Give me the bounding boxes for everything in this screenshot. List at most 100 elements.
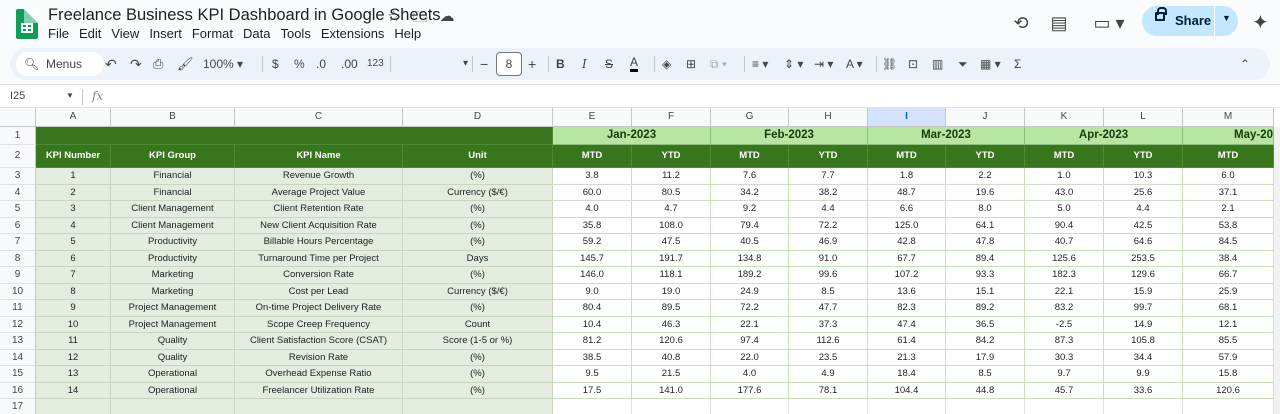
kpi-value-cell[interactable]: 47.8: [946, 234, 1025, 251]
empty-cell[interactable]: [235, 399, 403, 414]
percent-format-button[interactable]: %: [294, 56, 305, 72]
kpi-value-cell[interactable]: 125.0: [868, 217, 946, 234]
kpi-value-cell[interactable]: 34.2: [711, 184, 789, 201]
kpi-unit-cell[interactable]: Score (1-5 or %): [403, 333, 553, 350]
kpi-value-cell[interactable]: 38.2: [789, 184, 868, 201]
kpi-value-cell[interactable]: 177.6: [711, 382, 789, 399]
kpi-value-cell[interactable]: 83.2: [1025, 300, 1104, 317]
kpi-value-cell[interactable]: 80.5: [632, 184, 711, 201]
kpi-group-cell[interactable]: Productivity: [111, 250, 235, 267]
kpi-value-cell[interactable]: 85.5: [1183, 333, 1274, 350]
kpi-value-cell[interactable]: 53.8: [1183, 217, 1274, 234]
kpi-name-cell[interactable]: Cost per Lead: [235, 283, 403, 300]
kpi-name-cell[interactable]: Revision Rate: [235, 349, 403, 366]
period-header-mtd[interactable]: MTD: [553, 145, 632, 168]
kpi-value-cell[interactable]: 9.7: [1025, 366, 1104, 383]
kpi-value-cell[interactable]: 22.1: [1025, 283, 1104, 300]
kpi-name-cell[interactable]: Overhead Expense Ratio: [235, 366, 403, 383]
kpi-unit-cell[interactable]: (%): [403, 168, 553, 185]
kpi-value-cell[interactable]: 4.9: [789, 366, 868, 383]
kpi-value-cell[interactable]: 129.6: [1104, 267, 1183, 284]
menu-extensions[interactable]: Extensions: [321, 26, 385, 41]
kpi-value-cell[interactable]: 21.3: [868, 349, 946, 366]
kpi-value-cell[interactable]: 34.4: [1104, 349, 1183, 366]
kpi-value-cell[interactable]: 189.2: [711, 267, 789, 284]
kpi-header-kpi-number[interactable]: KPI Number: [36, 145, 111, 168]
empty-cell[interactable]: [946, 399, 1025, 414]
strikethrough-icon[interactable]: S: [605, 56, 613, 72]
kpi-value-cell[interactable]: 23.5: [789, 349, 868, 366]
kpi-value-cell[interactable]: 108.0: [632, 217, 711, 234]
share-button[interactable]: Share ▼: [1142, 6, 1238, 36]
row-header-13[interactable]: 13: [0, 333, 36, 350]
empty-cell[interactable]: [789, 399, 868, 414]
kpi-value-cell[interactable]: 38.5: [553, 349, 632, 366]
kpi-name-cell[interactable]: Client Satisfaction Score (CSAT): [235, 333, 403, 350]
kpi-value-cell[interactable]: 1.8: [868, 168, 946, 185]
column-header-h[interactable]: H: [789, 108, 868, 127]
collapse-toolbar-icon[interactable]: ⌃: [1240, 56, 1250, 72]
menu-help[interactable]: Help: [394, 26, 421, 41]
row-header-9[interactable]: 9: [0, 267, 36, 284]
kpi-value-cell[interactable]: 57.9: [1183, 349, 1274, 366]
font-size-input[interactable]: 8: [496, 52, 522, 76]
column-header-a[interactable]: A: [36, 108, 111, 127]
comment-icon[interactable]: ▤: [1046, 10, 1072, 36]
kpi-group-cell[interactable]: Marketing: [111, 283, 235, 300]
kpi-value-cell[interactable]: 72.2: [711, 300, 789, 317]
filter-icon[interactable]: ⏷: [958, 56, 968, 72]
kpi-value-cell[interactable]: 89.4: [946, 250, 1025, 267]
kpi-number-cell[interactable]: 3: [36, 201, 111, 218]
kpi-value-cell[interactable]: 40.5: [711, 234, 789, 251]
bold-icon[interactable]: B: [556, 56, 565, 72]
month-header[interactable]: Mar-2023: [868, 127, 1025, 145]
period-header-ytd[interactable]: YTD: [1104, 145, 1183, 168]
number-format-button[interactable]: 123: [367, 56, 384, 72]
kpi-group-cell[interactable]: Client Management: [111, 201, 235, 218]
kpi-value-cell[interactable]: 14.9: [1104, 316, 1183, 333]
kpi-value-cell[interactable]: 59.2: [553, 234, 632, 251]
kpi-value-cell[interactable]: 9.0: [553, 283, 632, 300]
title-band-cell[interactable]: [36, 127, 553, 145]
font-family-select[interactable]: ▾: [398, 56, 468, 72]
kpi-value-cell[interactable]: 79.4: [711, 217, 789, 234]
kpi-number-cell[interactable]: 10: [36, 316, 111, 333]
kpi-value-cell[interactable]: 191.7: [632, 250, 711, 267]
kpi-number-cell[interactable]: 13: [36, 366, 111, 383]
kpi-group-cell[interactable]: Productivity: [111, 234, 235, 251]
kpi-unit-cell[interactable]: Days: [403, 250, 553, 267]
kpi-unit-cell[interactable]: Currency ($/€): [403, 184, 553, 201]
menu-edit[interactable]: Edit: [79, 26, 101, 41]
kpi-value-cell[interactable]: 12.1: [1183, 316, 1274, 333]
kpi-value-cell[interactable]: 48.7: [868, 184, 946, 201]
column-header-d[interactable]: D: [403, 108, 553, 127]
vertical-align-icon[interactable]: ⇕ ▾: [784, 56, 803, 72]
filter-views-icon[interactable]: ▦ ▾: [980, 56, 1001, 72]
kpi-value-cell[interactable]: 45.7: [1025, 382, 1104, 399]
column-header-e[interactable]: E: [553, 108, 632, 127]
kpi-unit-cell[interactable]: (%): [403, 382, 553, 399]
kpi-name-cell[interactable]: Billable Hours Percentage: [235, 234, 403, 251]
kpi-header-kpi-group[interactable]: KPI Group: [111, 145, 235, 168]
kpi-value-cell[interactable]: 22.0: [711, 349, 789, 366]
kpi-name-cell[interactable]: Conversion Rate: [235, 267, 403, 284]
kpi-unit-cell[interactable]: Currency ($/€): [403, 283, 553, 300]
history-icon[interactable]: ⟲: [1008, 10, 1034, 36]
kpi-value-cell[interactable]: 3.8: [553, 168, 632, 185]
period-header-ytd[interactable]: YTD: [789, 145, 868, 168]
kpi-group-cell[interactable]: Project Management: [111, 300, 235, 317]
kpi-value-cell[interactable]: 19.0: [632, 283, 711, 300]
kpi-value-cell[interactable]: 81.2: [553, 333, 632, 350]
kpi-unit-cell[interactable]: (%): [403, 201, 553, 218]
kpi-value-cell[interactable]: 8.5: [789, 283, 868, 300]
fill-color-icon[interactable]: ◈: [662, 56, 671, 72]
row-header-12[interactable]: 12: [0, 316, 36, 333]
period-header-mtd[interactable]: MTD: [868, 145, 946, 168]
empty-cell[interactable]: [403, 399, 553, 414]
column-header-b[interactable]: B: [111, 108, 235, 127]
merge-cells-icon[interactable]: ⧉ ▾: [710, 56, 727, 72]
kpi-number-cell[interactable]: 12: [36, 349, 111, 366]
kpi-value-cell[interactable]: 4.4: [1104, 201, 1183, 218]
menu-data[interactable]: Data: [243, 26, 270, 41]
name-box-dropdown-icon[interactable]: ▼: [66, 91, 74, 100]
